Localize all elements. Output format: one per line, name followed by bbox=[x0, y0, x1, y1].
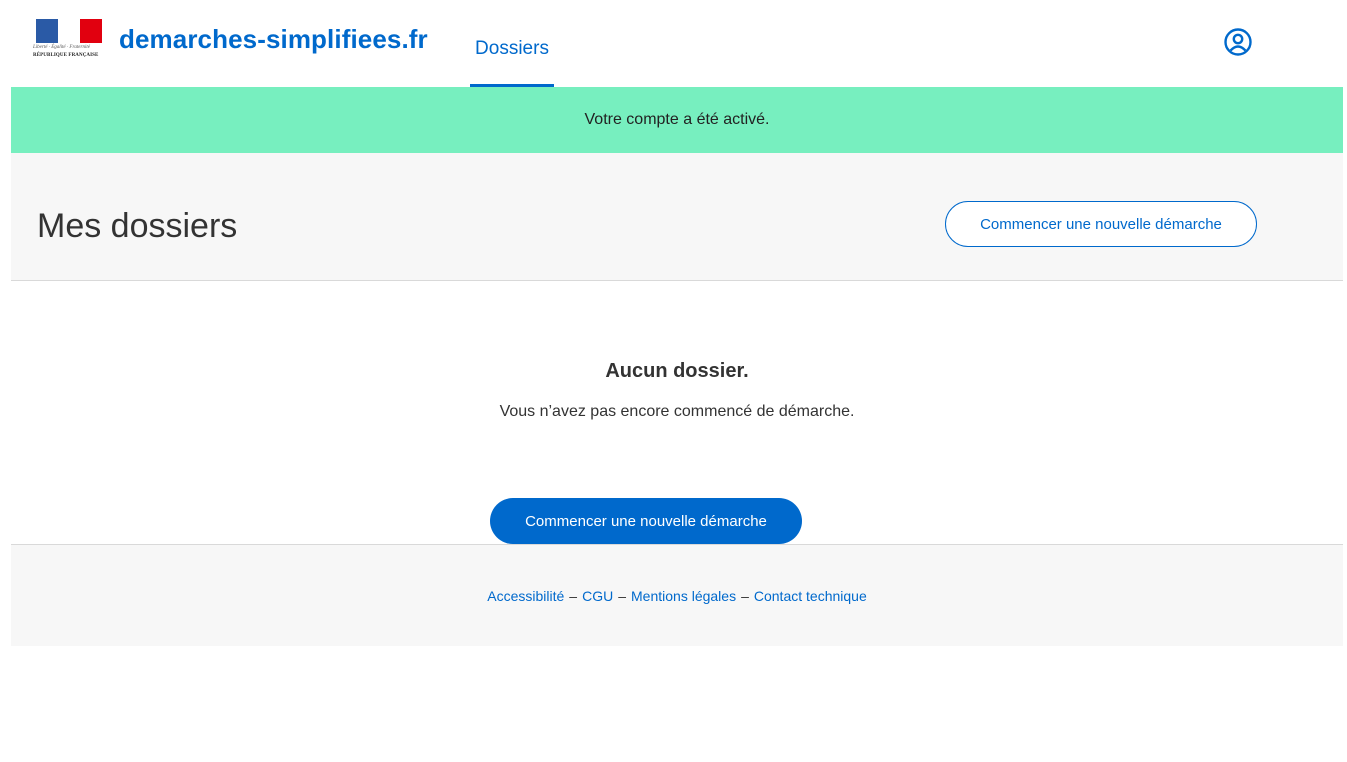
marianne-logo[interactable]: Liberté · Égalité · Fraternité RÉPUBLIQU… bbox=[33, 19, 105, 61]
footer-link-mentions-legales[interactable]: Mentions légales bbox=[631, 588, 736, 604]
title-band: Mes dossiers Commencer une nouvelle déma… bbox=[11, 153, 1343, 281]
footer-link-contact-technique[interactable]: Contact technique bbox=[754, 588, 867, 604]
flash-success-banner: Votre compte a été activé. bbox=[11, 87, 1343, 153]
tricolor-flag-icon bbox=[36, 19, 102, 43]
nav-tab-dossiers[interactable]: Dossiers bbox=[470, 10, 554, 87]
footer-link-cgu[interactable]: CGU bbox=[582, 588, 613, 604]
logo-motto: Liberté · Égalité · Fraternité bbox=[33, 45, 90, 50]
footer-separator: – bbox=[618, 587, 627, 604]
page: Liberté · Égalité · Fraternité RÉPUBLIQU… bbox=[11, 10, 1343, 646]
user-circle-icon[interactable] bbox=[1223, 27, 1253, 57]
new-procedure-button-header[interactable]: Commencer une nouvelle démarche bbox=[945, 201, 1257, 247]
page-title: Mes dossiers bbox=[37, 207, 238, 245]
empty-state-text: Vous n’avez pas encore commencé de démar… bbox=[499, 403, 855, 420]
footer-link-accessibilite[interactable]: Accessibilité bbox=[487, 588, 564, 604]
flash-message: Votre compte a été activé. bbox=[584, 111, 770, 128]
logo-republic: RÉPUBLIQUE FRANÇAISE bbox=[33, 53, 99, 58]
empty-state: Aucun dossier. Vous n’avez pas encore co… bbox=[11, 281, 1343, 544]
new-procedure-button[interactable]: Commencer une nouvelle démarche bbox=[490, 498, 802, 544]
site-footer: Accessibilité – CGU – Mentions légales –… bbox=[11, 544, 1343, 646]
footer-separator: – bbox=[741, 587, 749, 604]
empty-state-title: Aucun dossier. bbox=[605, 360, 749, 382]
footer-separator: – bbox=[569, 587, 578, 604]
site-name-link[interactable]: demarches-simplifiees.fr bbox=[119, 24, 428, 55]
site-header: Liberté · Égalité · Fraternité RÉPUBLIQU… bbox=[11, 10, 1343, 87]
